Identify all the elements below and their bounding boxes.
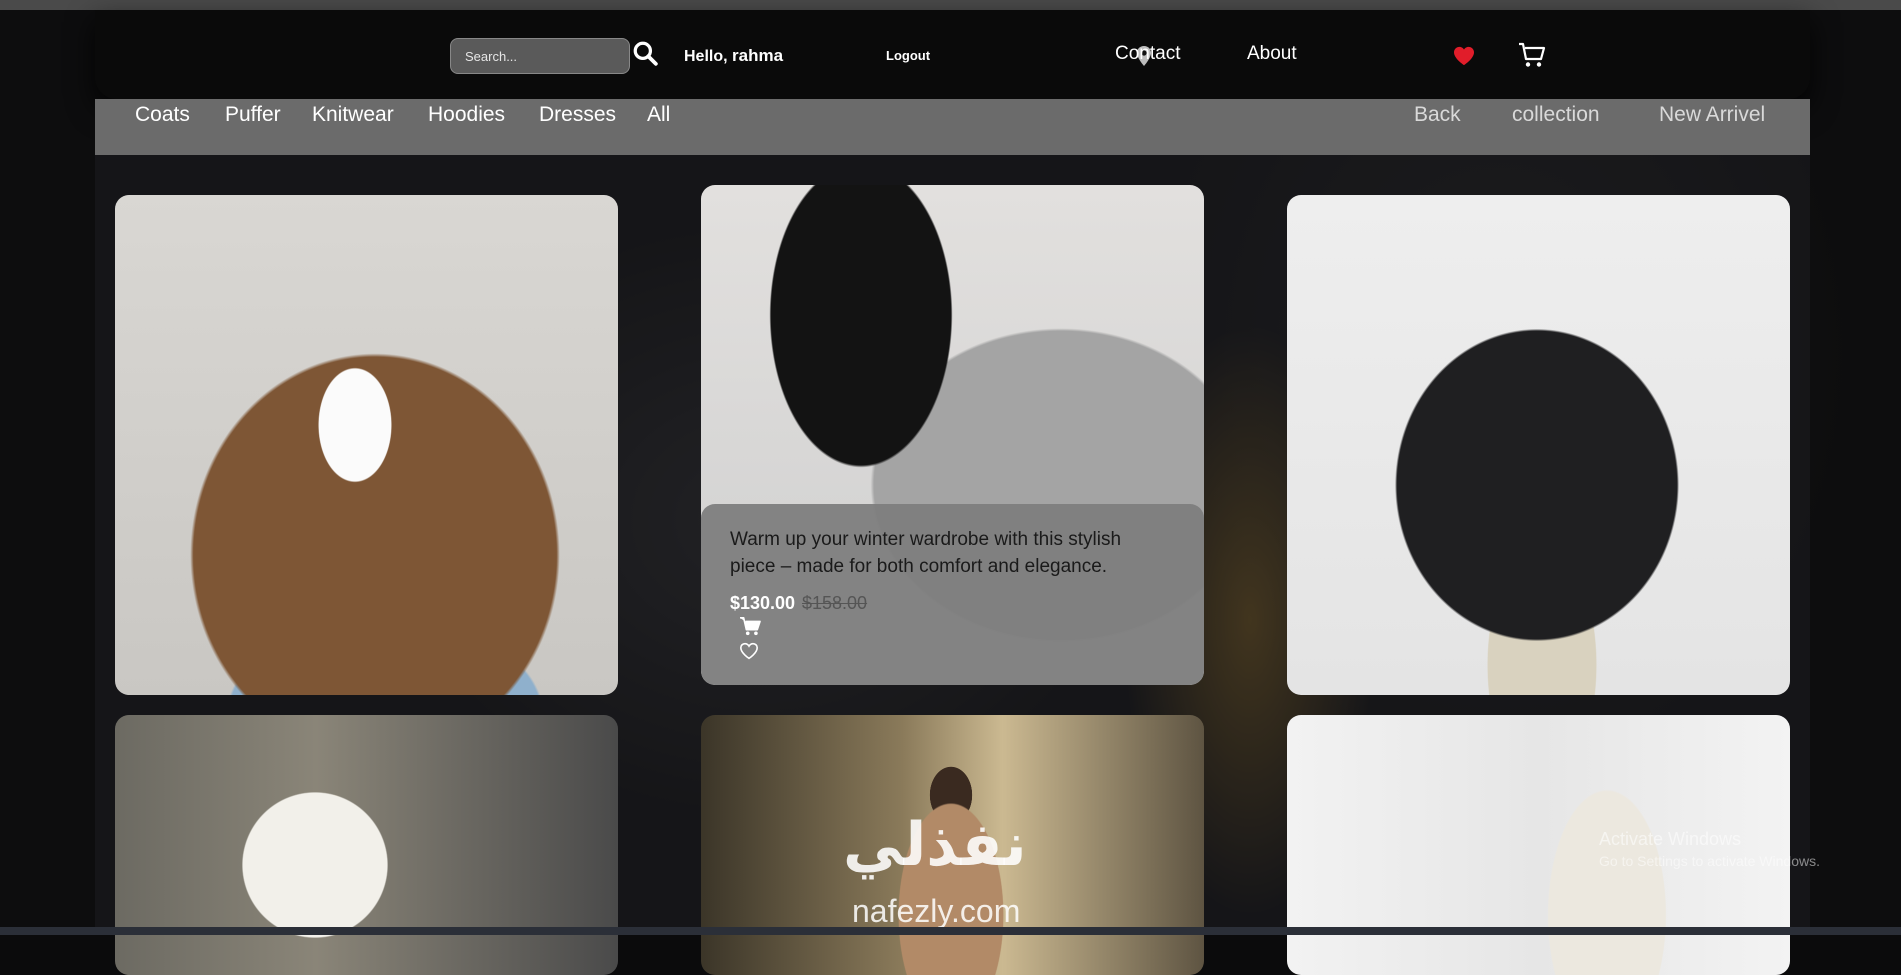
greeting-prefix: Hello, — [684, 48, 728, 65]
nav-about[interactable]: About — [1247, 43, 1297, 65]
product-card[interactable] — [1287, 195, 1790, 695]
product-card[interactable] — [115, 195, 618, 695]
browser-top-strip — [0, 0, 1901, 10]
category-hoodies[interactable]: Hoodies — [428, 103, 505, 127]
user-greeting: Hello, rahma — [684, 46, 783, 66]
product-image-fur-coat — [115, 715, 618, 975]
category-bar: Coats Puffer Knitwear Hoodies Dresses Al… — [95, 99, 1810, 155]
product-old-price: $158.00 — [802, 593, 868, 613]
category-puffer[interactable]: Puffer — [225, 103, 281, 127]
watermark-site: nafezly.com — [852, 893, 1021, 929]
watermark-logo: نفذلي — [843, 810, 1027, 880]
product-card[interactable] — [115, 715, 618, 975]
category-dresses[interactable]: Dresses — [539, 103, 616, 127]
search-input[interactable] — [450, 38, 630, 74]
nav-new-arrival[interactable]: New Arrivel — [1659, 103, 1765, 127]
site-header: Hello, rahma Logout Contact About — [95, 10, 1810, 99]
search-icon[interactable] — [632, 40, 658, 66]
os-taskbar — [0, 927, 1901, 935]
product-card-hovered[interactable]: Warm up your winter wardrobe with this s… — [701, 185, 1204, 685]
cart-icon[interactable] — [1517, 40, 1547, 70]
add-to-cart-icon[interactable] — [739, 616, 761, 636]
product-hover-overlay: Warm up your winter wardrobe with this s… — [701, 504, 1204, 685]
activate-windows-subtitle: Go to Settings to activate Windows. — [1599, 853, 1820, 869]
wishlist-heart-icon[interactable] — [739, 642, 759, 660]
nav-back[interactable]: Back — [1414, 103, 1461, 127]
product-price: $130.00 — [730, 593, 796, 613]
nav-collection[interactable]: collection — [1512, 103, 1600, 127]
logout-button[interactable]: Logout — [886, 48, 930, 63]
activate-windows-title: Activate Windows — [1599, 829, 1742, 849]
product-image-brown-puffer — [115, 195, 618, 695]
product-image-black-puffer — [1287, 195, 1790, 695]
nav-contact[interactable]: Contact — [1115, 43, 1180, 65]
product-description: Warm up your winter wardrobe with this s… — [730, 529, 1122, 577]
category-coats[interactable]: Coats — [135, 103, 190, 127]
category-all[interactable]: All — [647, 103, 670, 127]
heart-icon[interactable] — [1453, 46, 1475, 66]
category-knitwear[interactable]: Knitwear — [312, 103, 394, 127]
username: rahma — [732, 46, 784, 65]
